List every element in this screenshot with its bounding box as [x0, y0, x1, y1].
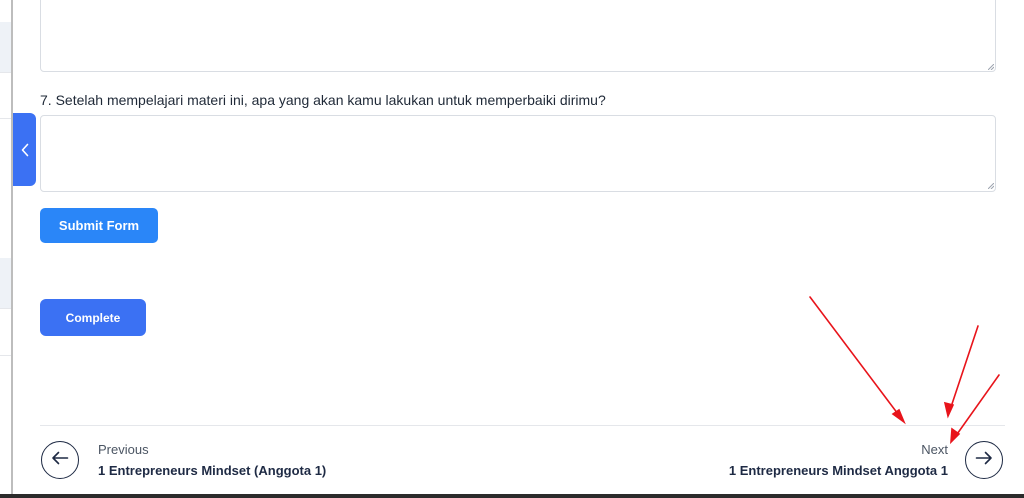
sidebar-divider [0, 118, 11, 119]
sidebar-toggle-button[interactable] [13, 113, 36, 186]
sidebar-divider [0, 308, 11, 309]
complete-button[interactable]: Complete [40, 299, 146, 336]
submit-form-button[interactable]: Submit Form [40, 208, 158, 243]
sidebar-item[interactable] [0, 258, 11, 308]
annotation-arrows [809, 296, 1000, 445]
answer-7-textarea[interactable] [40, 115, 996, 192]
arrow-left-icon [51, 451, 69, 470]
answer-6-textarea[interactable] [40, 0, 996, 72]
annotation-arrow [949, 325, 979, 411]
next-lesson-link[interactable]: Next 1 Entrepreneurs Mindset Anggota 1 [729, 442, 948, 478]
previous-caption: Previous [98, 442, 149, 457]
next-caption: Next [921, 442, 948, 457]
lesson-page: 7. Setelah mempelajari materi ini, apa y… [0, 0, 1024, 498]
previous-lesson-title: 1 Entrepreneurs Mindset (Anggota 1) [98, 463, 327, 478]
taskbar-edge [0, 494, 1024, 498]
annotation-arrowhead [891, 408, 906, 425]
sidebar-edge [0, 0, 11, 498]
next-lesson-title: 1 Entrepreneurs Mindset Anggota 1 [728, 463, 948, 478]
previous-lesson-button[interactable] [41, 441, 79, 479]
next-lesson-button[interactable] [965, 441, 1003, 479]
annotation-arrow [954, 374, 1000, 438]
annotation-arrowhead [950, 427, 961, 445]
annotation-arrowhead [943, 401, 955, 419]
sidebar-border [11, 0, 13, 498]
sidebar-item[interactable] [0, 22, 11, 72]
sidebar-divider [0, 72, 11, 73]
chevron-left-icon [20, 143, 30, 157]
annotation-arrow [809, 296, 902, 419]
sidebar-divider [0, 355, 11, 356]
previous-lesson-link[interactable]: Previous 1 Entrepreneurs Mindset (Anggot… [98, 442, 326, 478]
navigation-divider [40, 425, 1005, 426]
question-7-label: 7. Setelah mempelajari materi ini, apa y… [40, 92, 606, 108]
arrow-right-icon [975, 451, 993, 470]
